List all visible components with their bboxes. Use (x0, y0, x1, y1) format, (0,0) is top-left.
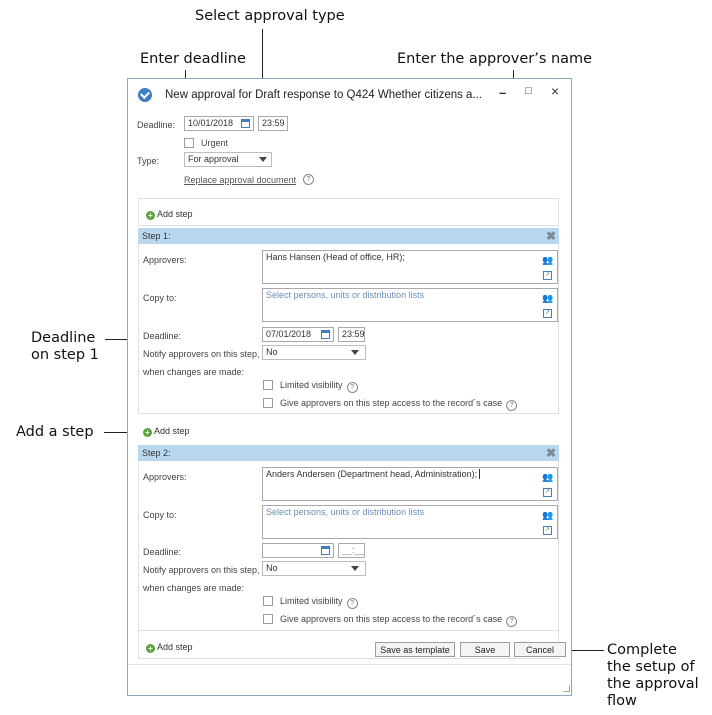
deadline-date-input[interactable]: 10/01/2018 (184, 116, 254, 131)
callout-enter-deadline: Enter deadline (140, 51, 246, 67)
callout-enter-approver: Enter the approver’s name (397, 51, 593, 67)
remove-step-icon[interactable]: ✖ (546, 229, 556, 243)
people-picker-icon[interactable]: 👥 (542, 472, 553, 483)
add-step-button-bottom[interactable]: + Add step (146, 642, 193, 653)
open-icon[interactable]: ↗ (543, 309, 552, 318)
type-select[interactable]: For approval (184, 152, 272, 167)
people-picker-icon[interactable]: 👥 (542, 510, 553, 521)
step-1-access-checkbox[interactable] (263, 398, 273, 408)
calendar-icon[interactable] (241, 119, 250, 128)
step-2-access-checkbox[interactable] (263, 614, 273, 624)
add-step-container-top (138, 198, 559, 226)
people-picker-icon[interactable]: 👥 (542, 293, 553, 304)
callout-complete-line3: the approval (607, 676, 699, 692)
step-1-notify-select[interactable]: No (262, 345, 366, 360)
step-1-deadline-label: Deadline: (143, 331, 182, 341)
minimize-button[interactable]: – (499, 85, 506, 100)
step-2-notify-label-line2: when changes are made: (143, 583, 245, 593)
step-2-deadline-label: Deadline: (143, 547, 182, 557)
add-icon: + (146, 211, 155, 220)
resize-grip[interactable] (563, 685, 570, 692)
step-2-deadline-date-input[interactable] (262, 543, 334, 558)
step-1-access-label: Give approvers on this step access to th… (280, 398, 518, 411)
calendar-icon[interactable] (321, 546, 330, 555)
deadline-label: Deadline: (137, 120, 176, 130)
callout-deadline-step1-line2: on step 1 (31, 347, 99, 363)
step-1-title: Step 1: (142, 231, 171, 241)
calendar-icon[interactable] (321, 330, 330, 339)
step-2-copy-to-label: Copy to: (143, 510, 177, 520)
step-2-access-label: Give approvers on this step access to th… (280, 614, 518, 627)
step-1-deadline-time-input[interactable]: 23:59 (338, 327, 365, 342)
step-1-deadline-date-input[interactable]: 07/01/2018 (262, 327, 334, 342)
open-icon[interactable]: ↗ (543, 271, 552, 280)
step-2-limited-visibility-label: Limited visibility? (280, 596, 358, 609)
step-1-approvers-input[interactable]: Hans Hansen (Head of office, HR); (262, 250, 558, 284)
step-1-copy-to-label: Copy to: (143, 293, 177, 303)
remove-step-icon[interactable]: ✖ (546, 446, 556, 460)
step-2-title: Step 2: (142, 448, 171, 458)
dropdown-arrow-icon (351, 350, 359, 355)
people-picker-icon[interactable]: 👥 (542, 255, 553, 266)
replace-approval-document-link[interactable]: Replace approval document (184, 175, 296, 185)
open-icon[interactable]: ↗ (543, 488, 552, 497)
callout-complete-line2: the setup of (607, 659, 695, 675)
add-icon: + (143, 428, 152, 437)
callout-complete-line4: flow (607, 693, 637, 709)
save-as-template-button[interactable]: Save as template (375, 642, 455, 657)
urgent-checkbox[interactable] (184, 138, 194, 148)
step-2-copy-to-input[interactable]: Select persons, units or distribution li… (262, 505, 558, 539)
help-icon[interactable]: ? (506, 400, 518, 411)
step-1-limited-visibility-label: Limited visibility? (280, 380, 358, 393)
save-button[interactable]: Save (460, 642, 510, 657)
callout-select-type: Select approval type (195, 8, 345, 24)
step-2-notify-label-line1: Notify approvers on this step, (143, 565, 260, 575)
step-2-approvers-label: Approvers: (143, 472, 187, 482)
help-icon[interactable]: ? (346, 598, 358, 609)
type-label: Type: (137, 156, 160, 166)
window-title: New approval for Draft response to Q424 … (165, 89, 483, 101)
dropdown-arrow-icon (351, 566, 359, 571)
step-2-header: Step 2: ✖ (138, 445, 559, 461)
open-icon[interactable]: ↗ (543, 526, 552, 535)
step-2-notify-select[interactable]: No (262, 561, 366, 576)
callout-complete-line1: Complete (607, 642, 677, 658)
add-icon: + (146, 644, 155, 653)
help-icon[interactable]: ? (303, 174, 314, 185)
dropdown-arrow-icon (259, 157, 267, 162)
deadline-time-input[interactable]: 23:59 (258, 116, 288, 131)
add-step-button-middle[interactable]: + Add step (143, 426, 190, 437)
step-1-approvers-label: Approvers: (143, 255, 187, 265)
callout-deadline-step1-line1: Deadline (31, 330, 96, 346)
step-1-copy-to-input[interactable]: Select persons, units or distribution li… (262, 288, 558, 322)
close-button[interactable]: × (551, 83, 559, 99)
help-icon[interactable]: ? (346, 382, 358, 393)
callout-add-step: Add a step (16, 424, 94, 440)
step-1-notify-label-line2: when changes are made: (143, 367, 245, 377)
step-1-limited-visibility-checkbox[interactable] (263, 380, 273, 390)
cancel-button[interactable]: Cancel (514, 642, 566, 657)
step-1-notify-label-line1: Notify approvers on this step, (143, 349, 260, 359)
maximize-button[interactable]: □ (525, 85, 532, 97)
add-step-button-top[interactable]: + Add step (146, 209, 193, 220)
step-2-limited-visibility-checkbox[interactable] (263, 596, 273, 606)
footer-divider (128, 664, 571, 665)
urgent-label: Urgent (201, 138, 229, 148)
step-2-approvers-input[interactable]: Anders Andersen (Department head, Admini… (262, 467, 558, 501)
step-1-header: Step 1: ✖ (138, 228, 559, 244)
approval-dialog: New approval for Draft response to Q424 … (127, 78, 572, 696)
help-icon[interactable]: ? (506, 616, 518, 627)
app-logo-icon (138, 88, 152, 102)
step-2-deadline-time-input[interactable]: __:__ (338, 543, 365, 558)
